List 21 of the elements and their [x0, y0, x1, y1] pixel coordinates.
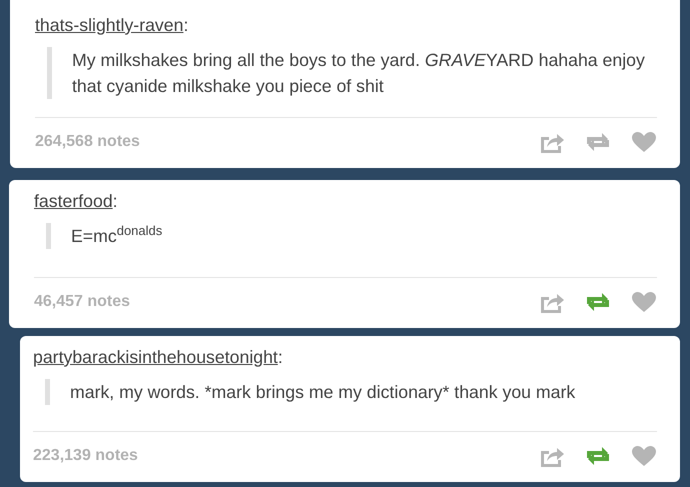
- quote-bar: [45, 378, 50, 405]
- reblog-icon[interactable]: [585, 445, 611, 467]
- share-icon[interactable]: [539, 291, 565, 313]
- reblog-icon[interactable]: [585, 291, 611, 313]
- quote-text: E=mc$^{donalds}$: [70, 222, 162, 248]
- heart-icon[interactable]: [631, 445, 657, 467]
- colon: :: [183, 14, 188, 37]
- reblog-icon[interactable]: [585, 131, 611, 153]
- colon: :: [278, 346, 283, 369]
- author-link[interactable]: partybarackisinthehousetonight: [33, 344, 278, 371]
- heart-icon[interactable]: [631, 291, 657, 313]
- author-link[interactable]: thats-slightly-raven: [35, 12, 184, 39]
- share-icon[interactable]: [539, 445, 565, 467]
- quote-text: My milkshakes bring all the boys to the yard. GRAVEYARD hahaha enjoy that cyanide milkshake you piece of shit: [71, 48, 646, 98]
- quote-bar: [47, 46, 52, 99]
- quote-bar: [46, 222, 51, 249]
- share-icon[interactable]: [539, 131, 565, 153]
- author-link[interactable]: fasterfood: [34, 188, 113, 215]
- heart-icon[interactable]: [631, 131, 657, 153]
- quote-text: mark, my words. *mark brings me my dictionary* thank you mark: [69, 380, 576, 404]
- colon: :: [112, 190, 118, 213]
